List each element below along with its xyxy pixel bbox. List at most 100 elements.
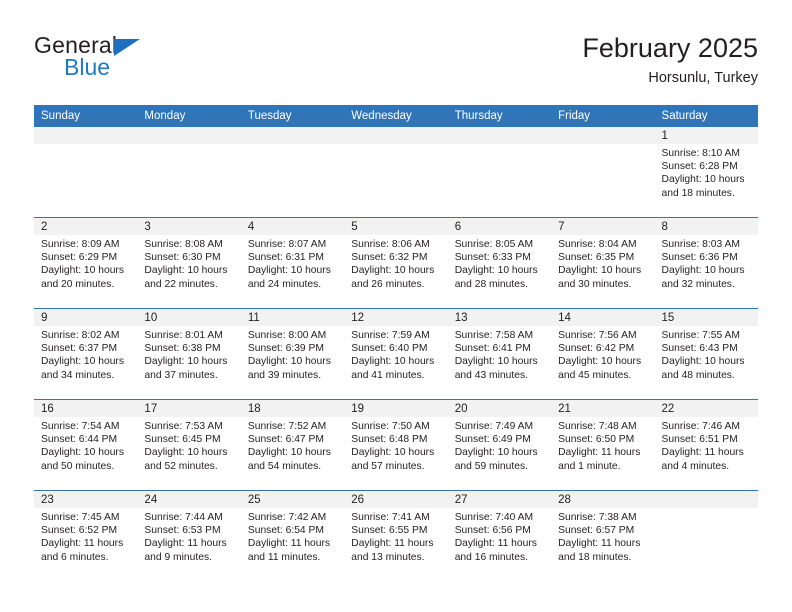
- calendar-day-cell[interactable]: 2 Sunrise: 8:09 AM Sunset: 6:29 PM Daylight…: [34, 217, 138, 309]
- day-detail: Sunrise: 7:59 AM Sunset: 6:40 PM Daylight:…: [344, 326, 447, 382]
- weekday-header-row: Sunday Monday Tuesday Wednesday Thursday…: [34, 105, 758, 127]
- calendar-day-cell[interactable]: 27 Sunrise: 7:40 AM Sunset: 6:56 PM Dayligh…: [447, 490, 552, 581]
- sunset-text: Sunset: 6:38 PM: [144, 343, 221, 355]
- day-number: 22: [654, 400, 758, 417]
- calendar-day-cell[interactable]: 17 Sunrise: 7:53 AM Sunset: 6:45 PM Dayligh…: [137, 399, 241, 491]
- day-cell-inner: 13 Sunrise: 7:58 AM Sunset: 6:41 PM Dayligh…: [447, 309, 552, 399]
- calendar-empty-cell: [240, 127, 345, 218]
- calendar-day-cell[interactable]: 24 Sunrise: 7:44 AM Sunset: 6:53 PM Dayligh…: [137, 490, 241, 581]
- sunrise-text: Sunrise: 8:07 AM: [247, 239, 327, 250]
- day-detail: Sunrise: 7:40 AM Sunset: 6:56 PM Daylight:…: [448, 508, 551, 564]
- calendar-empty-cell: [344, 127, 448, 218]
- day-number: 7: [551, 218, 655, 235]
- calendar-day-cell[interactable]: 6 Sunrise: 8:05 AM Sunset: 6:33 PM Daylight…: [447, 217, 552, 309]
- calendar-day-cell[interactable]: 23 Sunrise: 7:45 AM Sunset: 6:52 PM Dayligh…: [34, 490, 138, 581]
- daylight-text: Daylight: 11 hours and 13 minutes.: [351, 538, 434, 563]
- day-cell-inner: [240, 127, 345, 217]
- day-number: 19: [344, 400, 448, 417]
- daylight-text: Daylight: 11 hours and 4 minutes.: [661, 447, 744, 472]
- calendar-day-cell[interactable]: 8 Sunrise: 8:03 AM Sunset: 6:36 PM Daylight…: [654, 217, 758, 309]
- daylight-text: Daylight: 10 hours and 24 minutes.: [247, 265, 331, 290]
- calendar-day-cell[interactable]: 14 Sunrise: 7:56 AM Sunset: 6:42 PM Dayligh…: [551, 308, 655, 400]
- sunrise-text: Sunrise: 8:00 AM: [247, 330, 327, 341]
- calendar-day-cell[interactable]: 7 Sunrise: 8:04 AM Sunset: 6:35 PM Daylight…: [551, 217, 655, 309]
- day-number: 5: [344, 218, 448, 235]
- day-cell-inner: 17 Sunrise: 7:53 AM Sunset: 6:45 PM Dayligh…: [137, 400, 241, 490]
- calendar-day-cell[interactable]: 3 Sunrise: 8:08 AM Sunset: 6:30 PM Daylight…: [137, 217, 241, 309]
- calendar-day-cell[interactable]: 26 Sunrise: 7:41 AM Sunset: 6:55 PM Dayligh…: [344, 490, 448, 581]
- calendar-day-cell[interactable]: 25 Sunrise: 7:42 AM Sunset: 6:54 PM Dayligh…: [240, 490, 345, 581]
- calendar-day-cell[interactable]: 5 Sunrise: 8:06 AM Sunset: 6:32 PM Daylight…: [344, 217, 448, 309]
- calendar-day-cell[interactable]: 28 Sunrise: 7:38 AM Sunset: 6:57 PM Dayligh…: [551, 490, 655, 581]
- day-cell-inner: 1 Sunrise: 8:10 AM Sunset: 6:28 PM Daylight…: [654, 127, 758, 217]
- logo-triangle-icon: [114, 39, 140, 56]
- calendar-day-cell[interactable]: 22 Sunrise: 7:46 AM Sunset: 6:51 PM Dayligh…: [654, 399, 758, 491]
- calendar-empty-cell: [137, 127, 241, 218]
- day-number: 4: [240, 218, 345, 235]
- calendar-day-cell[interactable]: 4 Sunrise: 8:07 AM Sunset: 6:31 PM Daylight…: [240, 217, 345, 309]
- sunset-text: Sunset: 6:47 PM: [247, 434, 324, 446]
- day-number: 1: [654, 127, 758, 144]
- daylight-text: Daylight: 10 hours and 32 minutes.: [661, 265, 745, 290]
- calendar-day-cell[interactable]: 9 Sunrise: 8:02 AM Sunset: 6:37 PM Daylight…: [34, 308, 138, 400]
- day-detail: Sunrise: 7:38 AM Sunset: 6:57 PM Daylight:…: [551, 508, 654, 564]
- daylight-text: Daylight: 11 hours and 11 minutes.: [247, 538, 331, 563]
- sunset-text: Sunset: 6:49 PM: [454, 434, 531, 446]
- weekday-header-friday: Friday: [551, 105, 655, 127]
- day-cell-inner: 12 Sunrise: 7:59 AM Sunset: 6:40 PM Dayligh…: [344, 309, 448, 399]
- calendar-day-cell[interactable]: 15 Sunrise: 7:55 AM Sunset: 6:43 PM Dayligh…: [654, 308, 758, 400]
- daylight-text: Daylight: 10 hours and 22 minutes.: [144, 265, 228, 290]
- day-detail: Sunrise: 7:52 AM Sunset: 6:47 PM Daylight:…: [241, 417, 344, 473]
- calendar-day-cell[interactable]: 12 Sunrise: 7:59 AM Sunset: 6:40 PM Dayligh…: [344, 308, 448, 400]
- calendar-day-cell[interactable]: 20 Sunrise: 7:49 AM Sunset: 6:49 PM Dayligh…: [447, 399, 552, 491]
- day-number: 28: [551, 491, 655, 508]
- daylight-text: Daylight: 10 hours and 45 minutes.: [558, 356, 642, 381]
- day-number: 10: [137, 309, 241, 326]
- sunset-text: Sunset: 6:44 PM: [41, 434, 118, 446]
- calendar-week-row: 1 Sunrise: 8:10 AM Sunset: 6:28 PM Daylight…: [34, 127, 758, 218]
- daylight-text: Daylight: 10 hours and 54 minutes.: [247, 447, 331, 472]
- general-blue-logo[interactable]: General Blue: [34, 32, 254, 88]
- masthead: General Blue February 2025 Horsunlu, Tur…: [34, 32, 758, 96]
- sunrise-text: Sunrise: 7:58 AM: [454, 330, 534, 341]
- day-number: 12: [344, 309, 448, 326]
- calendar-day-cell[interactable]: 16 Sunrise: 7:54 AM Sunset: 6:44 PM Dayligh…: [34, 399, 138, 491]
- sunset-text: Sunset: 6:54 PM: [247, 525, 324, 537]
- sunset-text: Sunset: 6:57 PM: [558, 525, 635, 537]
- sunrise-text: Sunrise: 8:02 AM: [41, 330, 120, 341]
- calendar-day-cell[interactable]: 18 Sunrise: 7:52 AM Sunset: 6:47 PM Dayligh…: [240, 399, 345, 491]
- sunset-text: Sunset: 6:33 PM: [454, 252, 531, 264]
- sunrise-text: Sunrise: 8:06 AM: [351, 239, 430, 250]
- day-number: 26: [344, 491, 448, 508]
- calendar-day-cell[interactable]: 19 Sunrise: 7:50 AM Sunset: 6:48 PM Dayligh…: [344, 399, 448, 491]
- day-detail: Sunrise: 8:06 AM Sunset: 6:32 PM Daylight:…: [344, 235, 447, 291]
- day-cell-inner: 8 Sunrise: 8:03 AM Sunset: 6:36 PM Daylight…: [654, 218, 758, 308]
- day-cell-inner: [34, 127, 138, 217]
- sunrise-text: Sunrise: 7:42 AM: [247, 512, 327, 523]
- daylight-text: Daylight: 10 hours and 18 minutes.: [661, 174, 745, 199]
- calendar-day-cell[interactable]: 21 Sunrise: 7:48 AM Sunset: 6:50 PM Dayligh…: [551, 399, 655, 491]
- calendar-day-cell[interactable]: 1 Sunrise: 8:10 AM Sunset: 6:28 PM Daylight…: [654, 127, 758, 218]
- day-cell-inner: 15 Sunrise: 7:55 AM Sunset: 6:43 PM Dayligh…: [654, 309, 758, 399]
- day-detail: Sunrise: 8:07 AM Sunset: 6:31 PM Daylight:…: [241, 235, 344, 291]
- sunrise-text: Sunrise: 7:56 AM: [558, 330, 637, 341]
- calendar-day-cell[interactable]: 10 Sunrise: 8:01 AM Sunset: 6:38 PM Dayligh…: [137, 308, 241, 400]
- sunset-text: Sunset: 6:56 PM: [454, 525, 531, 537]
- calendar-body: 1 Sunrise: 8:10 AM Sunset: 6:28 PM Daylight…: [34, 127, 758, 581]
- day-detail: Sunrise: 7:48 AM Sunset: 6:50 PM Daylight:…: [551, 417, 654, 473]
- calendar-day-cell[interactable]: 11 Sunrise: 8:00 AM Sunset: 6:39 PM Dayligh…: [240, 308, 345, 400]
- day-cell-inner: 21 Sunrise: 7:48 AM Sunset: 6:50 PM Dayligh…: [551, 400, 655, 490]
- day-cell-inner: 11 Sunrise: 8:00 AM Sunset: 6:39 PM Dayligh…: [240, 309, 345, 399]
- logo-text-blue: Blue: [64, 54, 111, 80]
- sunrise-text: Sunrise: 7:41 AM: [351, 512, 430, 523]
- day-number: 17: [137, 400, 241, 417]
- weekday-header-monday: Monday: [137, 105, 241, 127]
- calendar-day-cell[interactable]: 13 Sunrise: 7:58 AM Sunset: 6:41 PM Dayligh…: [447, 308, 552, 400]
- sunset-text: Sunset: 6:32 PM: [351, 252, 428, 264]
- day-detail: Sunrise: 8:05 AM Sunset: 6:33 PM Daylight:…: [448, 235, 551, 291]
- calendar-empty-cell: [654, 490, 758, 581]
- sunset-text: Sunset: 6:55 PM: [351, 525, 428, 537]
- day-number: 9: [34, 309, 138, 326]
- sunset-text: Sunset: 6:42 PM: [558, 343, 635, 355]
- day-number: 18: [240, 400, 345, 417]
